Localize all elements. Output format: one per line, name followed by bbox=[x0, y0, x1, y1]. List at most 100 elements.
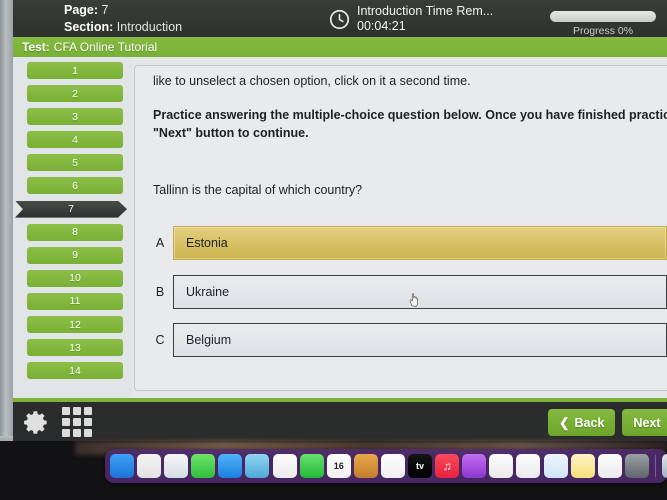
grid-cell bbox=[62, 429, 70, 437]
page-nav-label: 1 bbox=[72, 64, 78, 77]
answer-option-box[interactable]: Estonia bbox=[173, 226, 667, 260]
page-nav-item-2[interactable]: 2 bbox=[27, 85, 123, 103]
answer-option-A[interactable]: A Estonia bbox=[147, 226, 667, 260]
test-label: Test: bbox=[22, 40, 50, 54]
gear-icon[interactable] bbox=[23, 409, 50, 436]
page-navigator-sidebar[interactable]: 1 2 3 4 5 6 7 8 9 10 11 12 13 14 bbox=[13, 57, 132, 398]
answer-option-text: Belgium bbox=[186, 333, 232, 347]
page-nav-item-12[interactable]: 12 bbox=[27, 316, 123, 334]
page-section-info: Page: 7 Section: Introduction bbox=[64, 2, 182, 36]
lead-text: like to unselect a chosen option, click … bbox=[153, 74, 471, 88]
dock-icon-glyph: tv bbox=[416, 461, 425, 471]
freeform-icon[interactable] bbox=[597, 454, 622, 478]
messages-icon[interactable] bbox=[191, 454, 216, 478]
back-button[interactable]: ❮ Back bbox=[548, 409, 616, 436]
app-header: Page: 7 Section: Introduction Introducti… bbox=[13, 0, 667, 37]
macos-dock[interactable]: 16tv♫▶ bbox=[105, 449, 667, 483]
timer-value: 00:04:21 bbox=[357, 19, 406, 33]
desk-area: 16tv♫▶ bbox=[0, 441, 667, 500]
page-nav-label: 9 bbox=[72, 249, 78, 262]
pointing-hand-cursor bbox=[409, 293, 418, 307]
application-screen: Page: 7 Section: Introduction Introducti… bbox=[13, 0, 667, 441]
facetime-icon[interactable] bbox=[299, 454, 324, 478]
keynote-icon[interactable] bbox=[489, 454, 514, 478]
grid-cell bbox=[62, 407, 70, 415]
system-settings-icon[interactable] bbox=[624, 454, 649, 478]
apple-tv-icon[interactable]: tv bbox=[408, 454, 433, 478]
progress-bar-track bbox=[550, 11, 656, 22]
answer-options-list: A Estonia B Ukraine C Belgium bbox=[135, 226, 667, 357]
page-nav-item-9[interactable]: 9 bbox=[27, 246, 123, 264]
page-label: Page: bbox=[64, 3, 99, 17]
page-nav-label: 6 bbox=[72, 179, 78, 192]
answer-option-letter: A bbox=[155, 236, 165, 250]
page-nav-label: 13 bbox=[69, 341, 81, 354]
answer-option-C[interactable]: C Belgium bbox=[147, 323, 667, 357]
page-nav-item-6[interactable]: 6 bbox=[27, 177, 123, 195]
question-text: Tallinn is the capital of which country? bbox=[153, 183, 363, 197]
section-value: Introduction bbox=[116, 20, 183, 34]
dock-separator bbox=[654, 455, 656, 477]
answer-option-text: Ukraine bbox=[186, 284, 230, 299]
grid-apps-icon[interactable] bbox=[62, 407, 92, 437]
page-nav-label: 4 bbox=[72, 133, 78, 146]
test-name: CFA Online Tutorial bbox=[53, 40, 158, 54]
progress-block: Progress 0% bbox=[550, 11, 656, 37]
page-nav-item-1[interactable]: 1 bbox=[27, 62, 123, 79]
next-button-label: Next bbox=[633, 415, 661, 430]
screen-sharing-icon[interactable] bbox=[661, 454, 667, 478]
mail-icon[interactable] bbox=[218, 454, 243, 478]
next-button[interactable]: Next ❯ bbox=[622, 409, 667, 436]
podcasts-icon[interactable] bbox=[462, 454, 487, 478]
page-nav-label: 5 bbox=[72, 156, 78, 169]
page-nav-label: 8 bbox=[72, 226, 78, 239]
answer-option-box[interactable]: Belgium bbox=[173, 323, 667, 357]
page-nav-item-7[interactable]: 7 bbox=[15, 200, 127, 218]
page-nav-item-3[interactable]: 3 bbox=[27, 108, 123, 126]
page-nav-item-10[interactable]: 10 bbox=[27, 269, 123, 287]
question-panel-inner: like to unselect a chosen option, click … bbox=[134, 65, 667, 391]
finder-icon[interactable] bbox=[110, 454, 134, 478]
page-value: 7 bbox=[101, 3, 109, 17]
app-footer: ❮ Back Next ❯ bbox=[13, 398, 667, 441]
notes-icon[interactable] bbox=[570, 454, 595, 478]
contacts-icon[interactable] bbox=[353, 454, 378, 478]
clock-icon bbox=[329, 9, 350, 29]
page-nav-item-8[interactable]: 8 bbox=[27, 223, 123, 241]
timer-block: Introduction Time Rem... 00:04:21 bbox=[329, 4, 493, 34]
grid-cell bbox=[73, 429, 81, 437]
page-nav-label: 3 bbox=[72, 110, 78, 123]
timer-label: Introduction Time Rem... bbox=[357, 4, 494, 18]
page-nav-item-14[interactable]: 14 bbox=[27, 362, 123, 380]
calendar-icon[interactable]: 16 bbox=[326, 454, 351, 478]
page-info-row: Page: 7 bbox=[64, 2, 182, 19]
page-nav-label: 10 bbox=[69, 272, 81, 285]
test-title-bar: Test: CFA Online Tutorial bbox=[13, 37, 667, 57]
pages-icon[interactable] bbox=[543, 454, 568, 478]
dock-icon-glyph: ♫ bbox=[442, 459, 452, 473]
question-panel: like to unselect a chosen option, click … bbox=[132, 57, 667, 398]
section-label: Section: bbox=[64, 20, 114, 34]
photos-icon[interactable] bbox=[272, 454, 297, 478]
numbers-icon[interactable] bbox=[516, 454, 541, 478]
dock-icon-glyph: 16 bbox=[333, 461, 344, 471]
timer-text: Introduction Time Rem... 00:04:21 bbox=[357, 4, 493, 34]
page-nav-label: 7 bbox=[68, 203, 74, 216]
page-nav-item-13[interactable]: 13 bbox=[27, 339, 123, 357]
page-nav-item-4[interactable]: 4 bbox=[27, 131, 123, 149]
maps-icon[interactable] bbox=[245, 454, 270, 478]
chevron-left-icon: ❮ bbox=[559, 416, 570, 430]
reminders-icon[interactable] bbox=[380, 454, 405, 478]
answer-option-letter: B bbox=[155, 284, 165, 299]
launchpad-icon[interactable] bbox=[137, 454, 162, 478]
page-nav-item-5[interactable]: 5 bbox=[27, 154, 123, 172]
back-button-label: Back bbox=[574, 415, 605, 430]
progress-label: Progress 0% bbox=[572, 25, 634, 37]
app-body: 1 2 3 4 5 6 7 8 9 10 11 12 13 14 like to unselect a c… bbox=[13, 57, 667, 398]
page-nav-item-11[interactable]: 11 bbox=[27, 292, 123, 310]
grid-cell bbox=[73, 418, 81, 426]
screen-bezel-left bbox=[0, 0, 13, 455]
navigation-buttons: ❮ Back Next ❯ bbox=[548, 409, 667, 436]
safari-icon[interactable] bbox=[164, 454, 189, 478]
music-icon[interactable]: ♫ bbox=[435, 454, 460, 478]
